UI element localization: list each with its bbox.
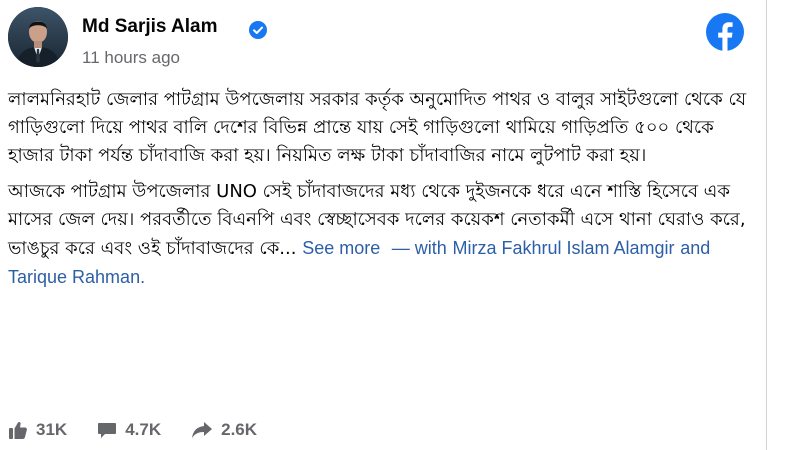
card-border (766, 0, 767, 450)
see-more-link[interactable]: See more (302, 238, 380, 258)
thumbs-up-icon (9, 421, 27, 439)
likes-stat[interactable]: 31K (8, 420, 67, 440)
post-paragraph-1: লালমনিরহাট জেলার পাটগ্রাম উপজেলায় সরকার… (8, 89, 747, 166)
comments-stat[interactable]: 4.7K (97, 420, 161, 440)
share-arrow-icon (192, 422, 213, 438)
post-timestamp[interactable]: 11 hours ago (82, 48, 180, 68)
tagged-person-2[interactable]: Tarique Rahman (8, 267, 140, 287)
post-card: Md Sarjis Alam 11 hours ago লালমনিরহাট জ… (0, 0, 765, 450)
page: Md Sarjis Alam 11 hours ago লালমনিরহাট জ… (0, 0, 800, 450)
comments-count: 4.7K (125, 420, 162, 439)
and-text: and (680, 238, 711, 258)
post-body: লালমনিরহাট জেলার পাটগ্রাম উপজেলায় সরকার… (8, 86, 748, 300)
facebook-icon (706, 13, 744, 51)
avatar-photo-icon (8, 7, 68, 67)
post-paragraph-2: আজকে পাটগ্রাম উপজেলার UNO সেই চাঁদাবাজদে… (8, 178, 748, 292)
author-avatar[interactable] (8, 7, 68, 67)
comment-icon (98, 423, 117, 438)
likes-count: 31K (36, 420, 68, 439)
shares-count: 2.6K (221, 420, 258, 439)
tag-end: . (140, 267, 146, 287)
tagged-person-1[interactable]: Mirza Fakhrul Islam Alamgir (452, 238, 674, 258)
verified-badge-icon (249, 21, 267, 39)
engagement-stats: 31K 4.7K 2.6K (8, 418, 287, 442)
with-prefix: — with (391, 238, 447, 258)
author-name[interactable]: Md Sarjis Alam (82, 16, 218, 38)
shares-stat[interactable]: 2.6K (191, 420, 257, 440)
